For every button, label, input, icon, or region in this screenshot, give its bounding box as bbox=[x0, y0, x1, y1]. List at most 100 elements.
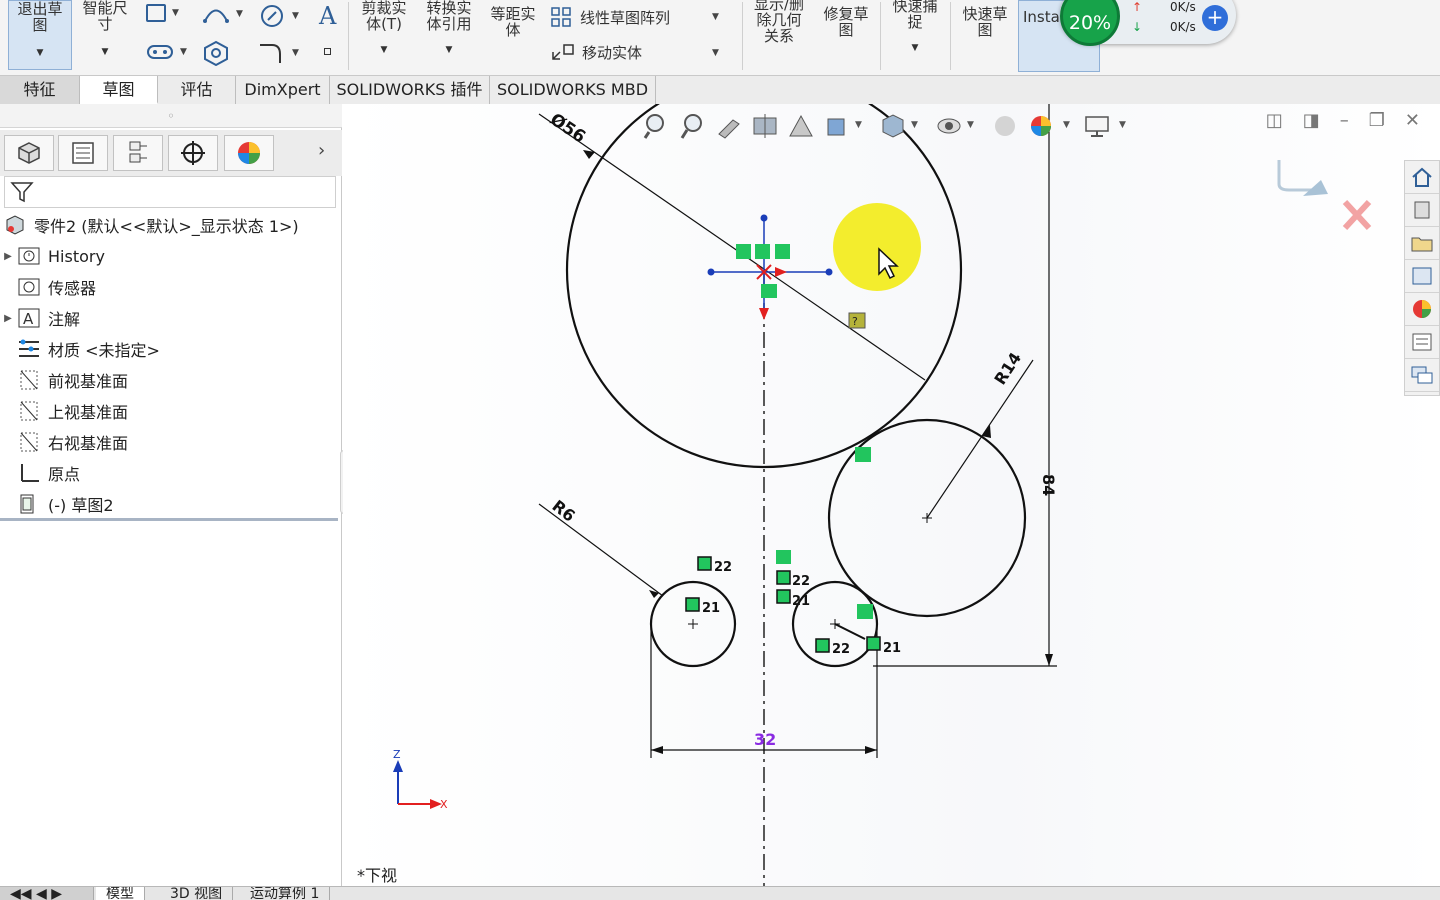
tree-item-sketch2[interactable]: (-) 草图2 bbox=[0, 489, 340, 519]
rectangle-tool[interactable]: ▼ bbox=[146, 4, 179, 22]
chevron-down-icon[interactable]: ▼ bbox=[354, 42, 414, 58]
view-palette-icon[interactable] bbox=[1405, 260, 1439, 293]
tab-evaluate[interactable]: 评估 bbox=[158, 76, 236, 104]
chevron-down-icon[interactable]: ▼ bbox=[418, 42, 480, 58]
diameter-dimension[interactable]: Ø56 bbox=[546, 110, 589, 148]
tree-item-sensors[interactable]: 传感器 bbox=[0, 272, 340, 302]
property-manager-tab[interactable] bbox=[58, 135, 108, 171]
forum-icon[interactable] bbox=[1405, 359, 1439, 392]
tab-mbd[interactable]: SOLIDWORKS MBD bbox=[490, 76, 656, 104]
trim-entities-button[interactable]: 剪裁实 体(T) ▼ bbox=[354, 0, 414, 70]
chevron-right-icon[interactable]: › bbox=[318, 140, 325, 161]
appearances-icon[interactable] bbox=[1405, 293, 1439, 326]
r14-dimension[interactable]: R14 bbox=[990, 349, 1025, 388]
tab-dimxpert[interactable]: DimXpert bbox=[236, 76, 330, 104]
home-icon[interactable] bbox=[1405, 161, 1439, 194]
tree-item-right-plane[interactable]: 右视基准面 bbox=[0, 427, 340, 457]
close-icon[interactable]: ✕ bbox=[1405, 110, 1420, 131]
handle-dot[interactable] bbox=[760, 214, 768, 222]
tab-sketch[interactable]: 草图 bbox=[80, 76, 158, 104]
tree-item-history[interactable]: ▶ History bbox=[0, 241, 340, 271]
linear-pattern-button[interactable]: 线性草图阵列 ▼ bbox=[550, 6, 719, 28]
move-entities-button[interactable]: 移动实体 ▼ bbox=[550, 42, 719, 63]
convert-entities-button[interactable]: 转换实 体引用 ▼ bbox=[418, 0, 480, 70]
chevron-down-icon[interactable]: ▼ bbox=[76, 44, 134, 60]
chevron-down-icon[interactable]: ▼ bbox=[172, 8, 179, 18]
zoom-to-fit-icon[interactable] bbox=[643, 112, 671, 140]
plus-icon[interactable]: + bbox=[1202, 5, 1228, 31]
r6-dimension[interactable]: R6 bbox=[549, 496, 579, 525]
expand-arrow-icon[interactable]: ▶ bbox=[0, 313, 16, 324]
tab-3d-views[interactable]: 3D 视图 bbox=[160, 887, 234, 900]
tab-model[interactable]: 模型 bbox=[96, 887, 145, 900]
chevron-down-icon[interactable]: ▼ bbox=[180, 47, 187, 57]
handle-dot[interactable] bbox=[825, 268, 833, 276]
repair-sketch-button[interactable]: 修复草 图 bbox=[816, 6, 876, 76]
handle-dot[interactable] bbox=[707, 268, 715, 276]
configuration-manager-tab[interactable] bbox=[113, 135, 163, 171]
chevron-down-icon[interactable]: ▼ bbox=[9, 45, 71, 61]
polygon-tool[interactable] bbox=[202, 40, 230, 66]
edit-appearance-icon[interactable] bbox=[991, 112, 1019, 140]
exit-sketch-button[interactable]: 退出草 图 ▼ bbox=[8, 0, 72, 70]
tab-addins[interactable]: SOLIDWORKS 插件 bbox=[330, 76, 490, 104]
display-manager-tab[interactable] bbox=[224, 135, 274, 171]
arc-tool[interactable]: ▼ bbox=[202, 4, 243, 24]
section-view-icon[interactable] bbox=[751, 112, 779, 140]
confirm-sketch-icon[interactable] bbox=[1303, 180, 1328, 196]
tangent-relation-glyph[interactable] bbox=[855, 447, 871, 462]
tree-item-material[interactable]: 材质 <未指定> bbox=[0, 334, 340, 364]
hide-show-items-icon[interactable] bbox=[935, 112, 963, 140]
display-style-icon[interactable] bbox=[879, 112, 907, 140]
tile-left-icon[interactable]: ◫ bbox=[1266, 110, 1283, 131]
scene-icon[interactable] bbox=[1027, 112, 1055, 140]
chevron-down-icon[interactable]: ▼ bbox=[712, 48, 719, 58]
quick-snaps-button[interactable]: 快速捕 捉 ▼ bbox=[884, 0, 946, 68]
file-explorer-icon[interactable] bbox=[1405, 227, 1439, 260]
tab-features[interactable]: 特征 bbox=[0, 76, 80, 104]
equal-relation-glyphs[interactable]: 22 21 22 21 22 21 bbox=[685, 550, 901, 657]
tree-filter[interactable] bbox=[4, 176, 336, 208]
tree-item-origin[interactable]: 原点 bbox=[0, 458, 340, 488]
previous-view-icon[interactable] bbox=[715, 112, 743, 140]
tree-item-top-plane[interactable]: 上视基准面 bbox=[0, 396, 340, 426]
r14-leader[interactable] bbox=[926, 359, 1034, 519]
point-tool[interactable] bbox=[324, 48, 331, 55]
tree-item-front-plane[interactable]: 前视基准面 bbox=[0, 365, 340, 395]
chevron-down-icon[interactable]: ▼ bbox=[236, 9, 243, 19]
tab-motion-study[interactable]: 运动算例 1 bbox=[240, 887, 331, 900]
horizontal-32-dimension[interactable]: 32 bbox=[754, 730, 776, 749]
chevron-down-icon[interactable]: ▼ bbox=[712, 12, 719, 22]
fillet-tool[interactable]: ▼ bbox=[258, 42, 299, 64]
display-delete-relations-button[interactable]: 显示/删 除几何 关系 bbox=[748, 0, 810, 66]
graphics-area[interactable]: Ø56 R14 R6 84 32 ? 22 21 22 21 22 21 Z X… bbox=[343, 104, 1440, 886]
smart-dimension-button[interactable]: 智能尺 寸 ▼ bbox=[76, 0, 134, 70]
chevron-down-icon[interactable]: ▼ bbox=[292, 11, 299, 21]
tile-right-icon[interactable]: ◨ bbox=[1303, 110, 1320, 131]
chevron-down-icon[interactable]: ▼ bbox=[1063, 120, 1070, 130]
dynamic-annotation-icon[interactable] bbox=[787, 112, 815, 140]
vertical-84-dimension[interactable]: 84 bbox=[1039, 474, 1058, 496]
chevron-down-icon[interactable]: ▼ bbox=[884, 40, 946, 56]
chevron-down-icon[interactable]: ▼ bbox=[292, 48, 299, 58]
restore-icon[interactable]: ❐ bbox=[1369, 110, 1385, 131]
chevron-down-icon[interactable]: ▼ bbox=[967, 120, 974, 130]
tab-navigation-arrows[interactable]: ◀◀ ◀ ▶ ▶▶ bbox=[0, 887, 94, 900]
offset-entities-button[interactable]: 等距实 体 bbox=[484, 6, 542, 76]
tree-item-annotations[interactable]: ▶ A 注解 bbox=[0, 303, 340, 333]
chevron-down-icon[interactable]: ▼ bbox=[1119, 120, 1126, 130]
zoom-to-area-icon[interactable] bbox=[679, 112, 707, 140]
design-library-icon[interactable] bbox=[1405, 194, 1439, 227]
view-settings-icon[interactable] bbox=[1083, 112, 1111, 140]
minimize-icon[interactable]: – bbox=[1340, 110, 1349, 131]
text-tool[interactable]: A bbox=[316, 2, 342, 28]
chevron-down-icon[interactable]: ▼ bbox=[911, 120, 918, 130]
view-orientation-icon[interactable] bbox=[823, 112, 851, 140]
rapid-sketch-button[interactable]: 快速草 图 bbox=[954, 6, 1016, 76]
dimxpert-manager-tab[interactable] bbox=[168, 135, 218, 171]
slot-tool[interactable]: ▼ bbox=[146, 42, 187, 62]
tree-root-part[interactable]: 零件2 (默认<<默认>_显示状态 1>) bbox=[0, 210, 340, 240]
feature-manager-tab[interactable] bbox=[4, 135, 54, 171]
chevron-down-icon[interactable]: ▼ bbox=[855, 120, 862, 130]
sketch-drawing[interactable]: Ø56 R14 R6 84 32 ? 22 21 22 21 22 21 Z X bbox=[343, 104, 1440, 886]
